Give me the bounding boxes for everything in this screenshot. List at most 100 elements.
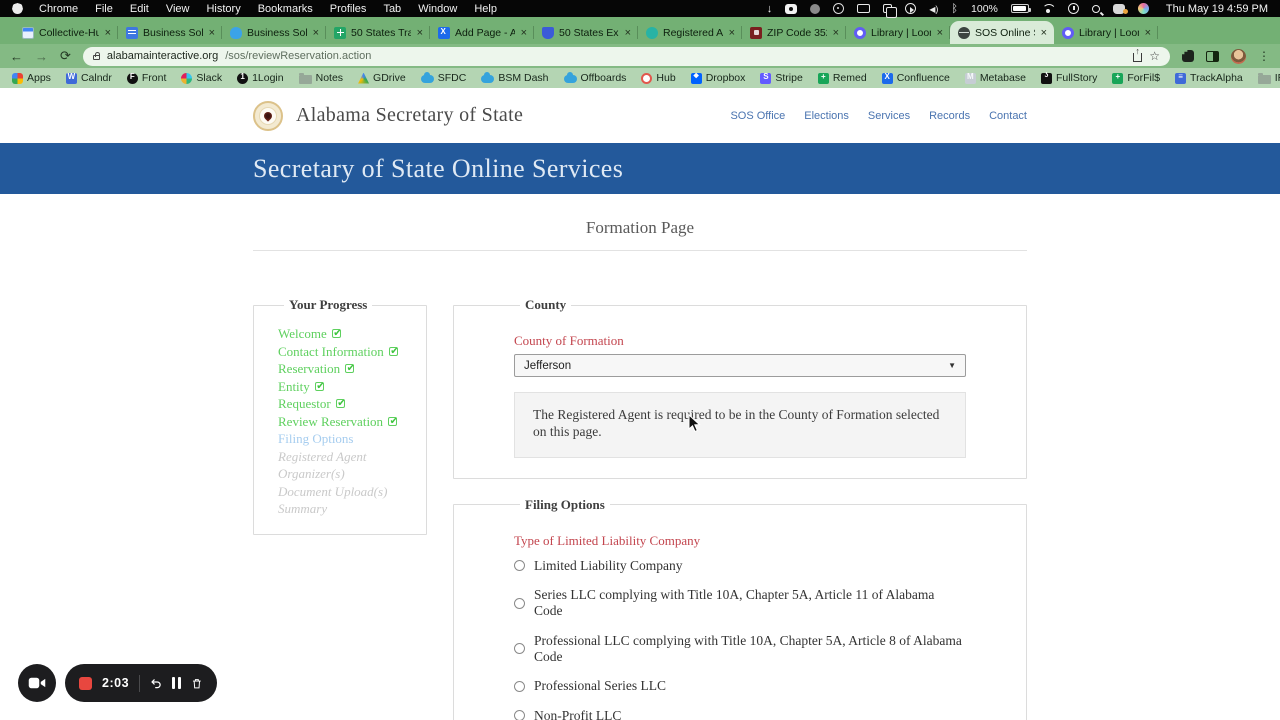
bookmark-item[interactable]: Stripe xyxy=(760,72,802,84)
bookmark-item[interactable]: GDrive xyxy=(358,72,406,84)
menu-item[interactable]: History xyxy=(206,3,240,15)
radio-option[interactable]: Limited Liability Company xyxy=(514,558,966,574)
bookmark-item[interactable]: Slack xyxy=(181,72,222,84)
menu-item[interactable]: Edit xyxy=(130,3,149,15)
browser-tab[interactable]: Library | Loom × xyxy=(846,21,950,44)
browser-tab[interactable]: 50 States Tracke × xyxy=(326,21,430,44)
status-icon[interactable] xyxy=(883,4,892,13)
stop-button[interactable] xyxy=(79,677,92,690)
bookmark-item[interactable]: Apps xyxy=(12,72,51,84)
tab-close-icon[interactable]: × xyxy=(104,27,112,39)
status-icon[interactable] xyxy=(857,4,870,13)
bookmark-item[interactable]: Dropbox xyxy=(691,72,746,84)
tab-close-icon[interactable]: × xyxy=(208,27,216,39)
bookmark-item[interactable]: BSM Dash xyxy=(481,72,548,84)
nav-link[interactable]: Records xyxy=(929,110,970,122)
radio-button-icon[interactable] xyxy=(514,681,525,692)
browser-tab[interactable]: Business Solutio × xyxy=(118,21,222,44)
progress-item[interactable]: Registered Agent xyxy=(278,448,420,466)
browser-tab[interactable]: 50 States Expan × xyxy=(534,21,638,44)
tab-close-icon[interactable]: × xyxy=(728,27,736,39)
bookmark-item[interactable]: ForFil$ xyxy=(1112,72,1160,84)
menu-item[interactable]: Help xyxy=(474,3,497,15)
bookmark-item[interactable]: 1Login xyxy=(237,72,284,84)
status-icon[interactable] xyxy=(905,3,916,14)
progress-item[interactable]: Reservation xyxy=(278,360,420,378)
browser-tab[interactable]: Registered Agen × xyxy=(638,21,742,44)
tab-close-icon[interactable]: × xyxy=(1040,27,1048,39)
radio-button-icon[interactable] xyxy=(514,710,525,720)
browser-tab[interactable]: Business Solutio × xyxy=(222,21,326,44)
url-bar[interactable]: alabamainteractive.org /sos/reviewReserv… xyxy=(83,47,1170,66)
menu-item[interactable]: File xyxy=(95,3,113,15)
bookmark-item[interactable]: TrackAlpha xyxy=(1175,72,1243,84)
tab-close-icon[interactable]: × xyxy=(1144,27,1152,39)
menu-item[interactable]: View xyxy=(166,3,190,15)
bookmark-item[interactable]: Notes xyxy=(299,72,343,84)
bookmark-item[interactable]: SFDC xyxy=(421,72,467,84)
side-panel-icon[interactable] xyxy=(1206,51,1219,62)
bookmark-item[interactable]: Offboards xyxy=(564,72,627,84)
tab-close-icon[interactable]: × xyxy=(624,27,632,39)
radio-option[interactable]: Professional LLC complying with Title 10… xyxy=(514,633,966,665)
browser-tab[interactable]: Library | Loom × xyxy=(1054,21,1158,44)
radio-button-icon[interactable] xyxy=(514,643,525,654)
pause-icon[interactable] xyxy=(172,677,181,689)
status-icon[interactable] xyxy=(1068,3,1079,14)
nav-link[interactable]: Elections xyxy=(804,110,849,122)
share-icon[interactable] xyxy=(1133,53,1142,62)
bookmark-item[interactable]: Metabase xyxy=(965,72,1026,84)
status-icon[interactable] xyxy=(1042,4,1055,13)
radio-option[interactable]: Professional Series LLC xyxy=(514,678,966,694)
tab-close-icon[interactable]: × xyxy=(416,27,424,39)
browser-tab[interactable]: SOS Online Serv × xyxy=(950,21,1054,44)
progress-item[interactable]: Review Reservation xyxy=(278,413,420,431)
progress-item[interactable]: Requestor xyxy=(278,395,420,413)
camera-button[interactable] xyxy=(18,664,56,702)
status-icon[interactable] xyxy=(767,3,773,15)
bookmark-item[interactable]: Remed xyxy=(818,72,867,84)
progress-item[interactable]: Entity xyxy=(278,378,420,396)
status-icon[interactable] xyxy=(1092,5,1100,13)
radio-option[interactable]: Non-Profit LLC xyxy=(514,708,966,720)
undo-icon[interactable] xyxy=(150,676,162,691)
county-select[interactable]: Jefferson ▼ xyxy=(514,354,966,377)
status-icon[interactable] xyxy=(1138,3,1149,14)
tab-close-icon[interactable]: × xyxy=(520,27,528,39)
trash-icon[interactable] xyxy=(191,676,203,691)
status-icon[interactable] xyxy=(785,4,797,14)
tab-close-icon[interactable]: × xyxy=(936,27,944,39)
progress-item[interactable]: Contact Information xyxy=(278,343,420,361)
profile-avatar[interactable] xyxy=(1231,49,1246,64)
extensions-icon[interactable] xyxy=(1182,50,1194,62)
tab-close-icon[interactable]: × xyxy=(312,27,320,39)
browser-tab[interactable]: Collective-Hub - × xyxy=(14,21,118,44)
progress-item[interactable]: Organizer(s) xyxy=(278,465,420,483)
radio-button-icon[interactable] xyxy=(514,560,525,571)
nav-link[interactable]: SOS Office xyxy=(730,110,785,122)
tab-close-icon[interactable]: × xyxy=(832,27,840,39)
radio-button-icon[interactable] xyxy=(514,598,525,609)
nav-link[interactable]: Contact xyxy=(989,110,1027,122)
progress-item[interactable]: Welcome xyxy=(278,325,420,343)
browser-tab[interactable]: ZIP Code 35235 × xyxy=(742,21,846,44)
menu-item[interactable]: Bookmarks xyxy=(258,3,313,15)
status-icon[interactable] xyxy=(810,4,820,14)
menu-item[interactable]: Profiles xyxy=(330,3,367,15)
bookmark-item[interactable]: Hub xyxy=(641,72,675,84)
browser-tab[interactable]: Add Page - Alab × xyxy=(430,21,534,44)
reload-button[interactable]: ⟳ xyxy=(60,48,71,64)
status-icon[interactable] xyxy=(1113,4,1125,14)
progress-item[interactable]: Document Upload(s) xyxy=(278,483,420,501)
bookmark-item[interactable]: IRS xyxy=(1258,72,1280,84)
radio-option[interactable]: Series LLC complying with Title 10A, Cha… xyxy=(514,587,966,619)
menubar-clock[interactable]: Thu May 19 4:59 PM xyxy=(1166,3,1268,15)
bookmark-item[interactable]: FullStory xyxy=(1041,72,1097,84)
nav-link[interactable]: Services xyxy=(868,110,910,122)
bookmark-item[interactable]: Calndr xyxy=(66,72,112,84)
menu-item[interactable]: Window xyxy=(418,3,457,15)
status-icon[interactable] xyxy=(833,3,844,14)
bookmark-star-icon[interactable]: ☆ xyxy=(1149,49,1160,63)
bookmark-item[interactable]: Front xyxy=(127,72,167,84)
menu-item[interactable]: Chrome xyxy=(39,3,78,15)
